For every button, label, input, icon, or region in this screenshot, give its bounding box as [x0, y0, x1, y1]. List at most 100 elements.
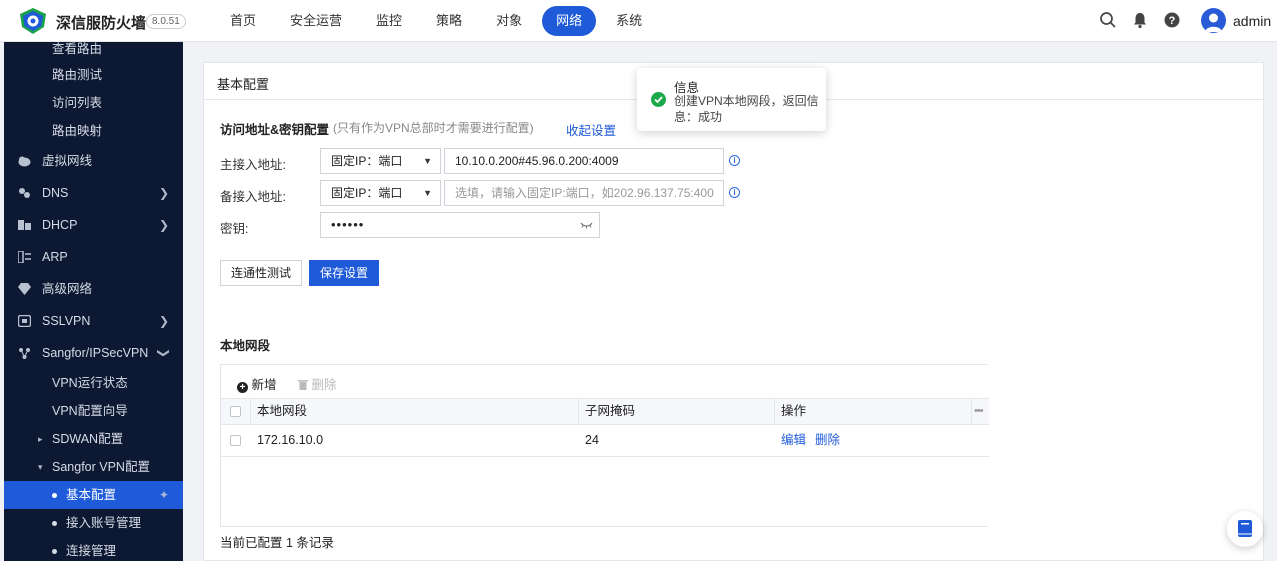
- book-icon: [1238, 520, 1252, 537]
- main-panel: 基本配置 访问地址&密钥配置 (只有作为VPN总部时才需要进行配置) 收起设置 …: [203, 62, 1264, 561]
- sidebar-item-sangfor-vpn-config[interactable]: ▾ Sangfor VPN配置: [4, 453, 183, 481]
- sidebar-item-label: 路由映射: [52, 124, 103, 138]
- select-all-checkbox[interactable]: [230, 406, 241, 417]
- key-input[interactable]: ••••••: [320, 212, 600, 238]
- nav-objects[interactable]: 对象: [482, 6, 536, 36]
- help-icon[interactable]: ?: [1163, 11, 1181, 29]
- sidebar-item-account-management[interactable]: 接入账号管理: [4, 509, 183, 537]
- arp-icon: [18, 251, 31, 263]
- info-icon[interactable]: i: [729, 187, 740, 198]
- nav-system[interactable]: 系统: [602, 6, 656, 36]
- primary-address-type-select[interactable]: 固定IP：端口 ▼: [320, 148, 441, 174]
- sidebar-item-virtual-wire[interactable]: 虚拟网线: [4, 147, 183, 175]
- caret-down-icon: ▼: [423, 188, 432, 198]
- caret-down-icon: ▼: [423, 156, 432, 166]
- info-icon[interactable]: i: [729, 155, 740, 166]
- local-network-table: + 新增 删除 本地网段 子网掩码 操作 ••• 172.16.10.0 24 …: [220, 364, 989, 527]
- sidebar-item-label: SDWAN配置: [52, 432, 124, 446]
- bullet-icon: [52, 549, 57, 554]
- page-title: 基本配置: [217, 77, 270, 92]
- nav-policy[interactable]: 策略: [422, 6, 476, 36]
- trash-icon: [298, 380, 308, 390]
- edit-link[interactable]: 编辑: [781, 425, 806, 455]
- bullet-icon: [52, 521, 57, 526]
- table-header: 本地网段 子网掩码 操作 •••: [221, 398, 989, 425]
- bell-icon[interactable]: [1131, 11, 1149, 29]
- help-document-button[interactable]: [1227, 511, 1263, 547]
- save-settings-button[interactable]: 保存设置: [309, 260, 379, 286]
- sidebar-item-label: 连接管理: [66, 544, 117, 558]
- collapse-settings-link[interactable]: 收起设置: [566, 120, 616, 139]
- delete-button[interactable]: 删除: [298, 374, 337, 393]
- sidebar-item-route-test[interactable]: 路由测试: [4, 61, 183, 89]
- dns-icon: [19, 188, 30, 198]
- info-toast: 信息 创建VPN本地网段，返回信息：成功: [637, 68, 826, 131]
- sidebar-item-label: 虚拟网线: [42, 154, 93, 168]
- sidebar-item-dns[interactable]: DNS ❯: [4, 179, 183, 207]
- chevron-down-icon: ❯: [156, 347, 171, 359]
- column-divider: [250, 399, 251, 424]
- delete-link[interactable]: 删除: [815, 425, 840, 455]
- sidebar-item-basic-config[interactable]: 基本配置 ✦: [4, 481, 183, 509]
- sidebar-item-label: Sangfor/IPSecVPN: [42, 346, 149, 360]
- sidebar-item-view-routes[interactable]: 查看路由: [4, 42, 183, 63]
- section-title: 访问地址&密钥配置: [220, 123, 330, 137]
- select-value: 固定IP：端口: [331, 154, 403, 168]
- sidebar-item-sdwan-config[interactable]: ▸ SDWAN配置: [4, 425, 183, 453]
- sidebar-item-vpn-wizard[interactable]: VPN配置向导: [4, 397, 183, 425]
- nav-security-ops[interactable]: 安全运营: [276, 6, 356, 36]
- search-icon[interactable]: [1099, 11, 1117, 29]
- table-toolbar: + 新增 删除: [221, 365, 989, 398]
- sidebar-item-sslvpn[interactable]: SSLVPN ❯: [4, 307, 183, 335]
- column-divider: [774, 399, 775, 424]
- pin-icon[interactable]: ✦: [159, 481, 169, 509]
- sidebar-item-vpn-status[interactable]: VPN运行状态: [4, 369, 183, 397]
- sidebar-item-arp[interactable]: ARP: [4, 243, 183, 271]
- scrollbar[interactable]: [1273, 42, 1277, 561]
- local-network-title: 本地网段: [220, 339, 271, 353]
- plus-icon: +: [237, 382, 248, 393]
- sidebar-item-route-map[interactable]: 路由映射: [4, 117, 183, 145]
- sidebar-item-label: 路由测试: [52, 68, 103, 82]
- version-badge: 8.0.51: [146, 14, 186, 29]
- delete-label: 删除: [311, 378, 337, 392]
- add-button[interactable]: + 新增: [237, 374, 277, 393]
- backup-address-label: 备接入地址:: [220, 190, 286, 204]
- sidebar-item-dhcp[interactable]: DHCP ❯: [4, 211, 183, 239]
- avatar[interactable]: [1201, 8, 1226, 33]
- backup-address-type-select[interactable]: 固定IP：端口 ▼: [320, 180, 441, 206]
- sidebar-item-label: ARP: [42, 250, 68, 264]
- column-divider: [971, 399, 972, 424]
- nav-home[interactable]: 首页: [216, 6, 270, 36]
- nav-network[interactable]: 网络: [542, 6, 597, 36]
- eye-closed-icon[interactable]: [580, 221, 593, 229]
- sidebar-item-label: 访问列表: [52, 96, 103, 110]
- main-nav: 首页 安全运营 监控 策略 对象 网络 系统: [216, 6, 662, 36]
- sidebar-item-access-list[interactable]: 访问列表: [4, 89, 183, 117]
- brand-name: 深信服防火墙: [56, 15, 147, 32]
- sidebar-item-label: VPN配置向导: [52, 404, 128, 418]
- top-bar: 深信服防火墙 8.0.51 首页 安全运营 监控 策略 对象 网络 系统 ? a…: [0, 0, 1277, 42]
- sidebar-item-sangfor-ipsecvpn[interactable]: Sangfor/IPSecVPN ❯: [4, 339, 183, 367]
- sslvpn-icon: [18, 315, 31, 327]
- sidebar-item-connection-management[interactable]: 连接管理: [4, 537, 183, 561]
- connectivity-test-button[interactable]: 连通性测试: [220, 260, 302, 286]
- virtual-wire-icon: [18, 156, 31, 167]
- column-header-network[interactable]: 本地网段: [257, 399, 307, 424]
- sidebar-item-label: DNS: [42, 186, 69, 200]
- sidebar-item-advanced-network[interactable]: 高级网络: [4, 275, 183, 303]
- diamond-icon: [18, 283, 31, 295]
- key-value: ••••••: [331, 217, 365, 232]
- row-checkbox[interactable]: [230, 435, 241, 446]
- primary-address-input[interactable]: 10.10.0.200#45.96.0.200:4009: [444, 148, 724, 174]
- add-label: 新增: [251, 378, 277, 392]
- column-header-mask[interactable]: 子网掩码: [585, 399, 635, 424]
- caret-right-icon: ▸: [38, 434, 43, 444]
- svg-text:?: ?: [1169, 15, 1176, 27]
- user-name[interactable]: admin: [1233, 13, 1271, 29]
- primary-address-label: 主接入地址:: [220, 158, 286, 172]
- sidebar-item-label: 查看路由: [52, 42, 103, 56]
- backup-address-input[interactable]: 选填，请输入固定IP:端口，如202.96.137.75:400: [444, 180, 724, 206]
- nav-monitor[interactable]: 监控: [362, 6, 416, 36]
- column-settings-icon[interactable]: •••: [974, 399, 984, 424]
